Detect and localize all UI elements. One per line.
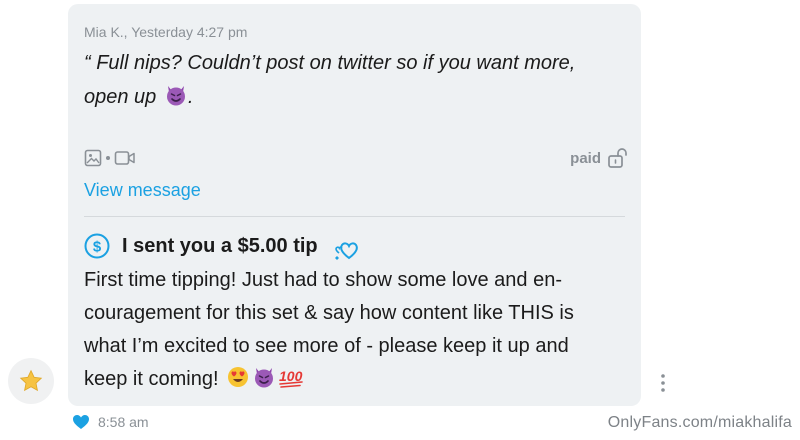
- view-message-link[interactable]: View message: [84, 180, 201, 201]
- svg-text:$: $: [93, 239, 102, 256]
- tip-header: $ I sent you a $5.00 tip: [84, 230, 362, 262]
- quoted-message-meta: Mia K., Yesterday 4:27 pm: [84, 24, 248, 40]
- smiling-devil-icon: [166, 86, 185, 106]
- heart-eyes-icon: [228, 367, 249, 387]
- tip-message-line: First time tipping! Just had to show som…: [84, 269, 563, 291]
- unlocked-icon: [608, 148, 627, 168]
- heart-icon[interactable]: [72, 414, 90, 430]
- smiling-devil-icon: [255, 368, 274, 388]
- tip-message: First time tipping! Just had to show som…: [84, 264, 634, 396]
- hundred-points-icon: 100: [279, 368, 303, 388]
- watermark: OnlyFans.com/miakhalifa: [607, 414, 792, 431]
- heart-sparkle-icon: [334, 242, 358, 260]
- quoted-message-text: “ Full nips? Couldn’t post on twitter so…: [84, 46, 624, 114]
- tip-title: I sent you a $5.00 tip: [122, 234, 318, 257]
- dollar-circle-icon: $: [84, 233, 110, 259]
- tip-message-line: keep it coming!: [84, 368, 219, 390]
- divider: [84, 216, 625, 217]
- quoted-message-line-2-end: .: [187, 86, 194, 108]
- media-indicators: [84, 146, 136, 170]
- avatar[interactable]: [8, 358, 54, 404]
- message-footer: 8:58 am: [72, 414, 149, 430]
- quoted-message-line-2: open up .: [84, 80, 624, 114]
- video-icon: [114, 151, 135, 165]
- star-icon: [19, 369, 43, 392]
- paid-label: paid: [570, 149, 601, 167]
- message-time: 8:58 am: [98, 414, 149, 430]
- quoted-message-line-2-text: open up: [84, 86, 157, 108]
- image-icon: [84, 149, 102, 167]
- quoted-message-line-1: “ Full nips? Couldn’t post on twitter so…: [84, 52, 576, 74]
- more-options-icon[interactable]: [657, 372, 669, 394]
- tip-message-line: couragement for this set & say how conte…: [84, 302, 574, 324]
- paid-indicator: paid: [570, 146, 627, 170]
- separator-dot: [106, 156, 110, 160]
- message-bubble: Mia K., Yesterday 4:27 pm “ Full nips? C…: [68, 4, 641, 406]
- tip-message-line: what I’m excited to see more of - please…: [84, 335, 569, 357]
- tip-message-line-last: keep it coming! 100: [84, 363, 634, 396]
